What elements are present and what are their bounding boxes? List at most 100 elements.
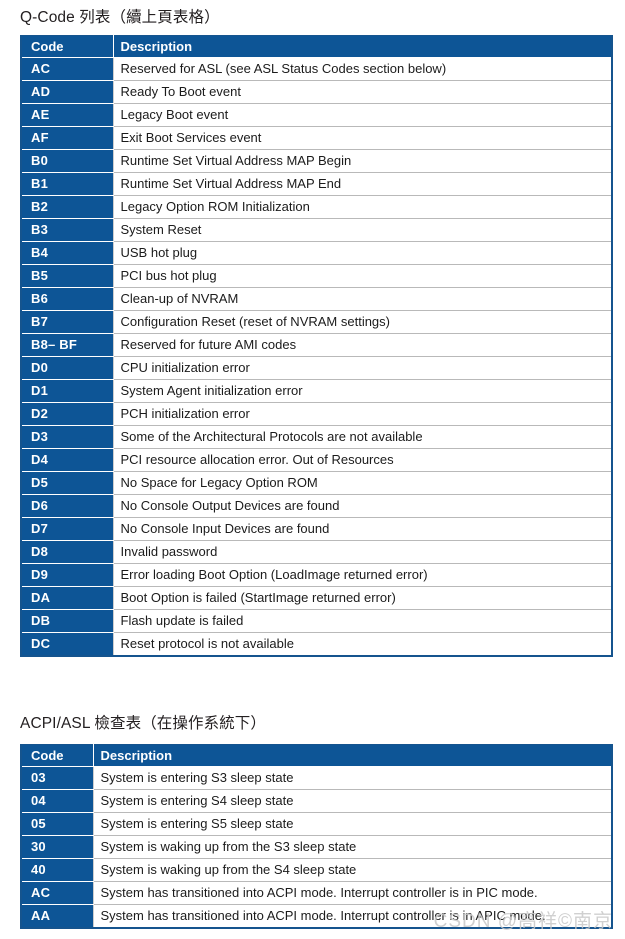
cell-description: System is waking up from the S4 sleep st…: [92, 858, 612, 882]
cell-code: AD: [21, 80, 113, 104]
table-row: D3 Some of the Architectural Protocols ar…: [21, 425, 612, 449]
table-row: AE Legacy Boot event: [21, 103, 612, 127]
cell-code: D6: [21, 494, 113, 518]
table-row: D1 System Agent initialization error: [21, 379, 612, 403]
table-row: 04 System is entering S4 sleep state: [21, 789, 612, 813]
cell-description: Ready To Boot event: [112, 80, 612, 104]
table-row: D0 CPU initialization error: [21, 356, 612, 380]
acpi-section-title: ACPI/ASL 檢查表（在操作系統下）: [20, 715, 267, 732]
table-header-row: Code Description: [21, 744, 612, 767]
cell-code: D8: [21, 540, 113, 564]
acpi-table-header: Code Description: [21, 744, 612, 767]
cell-code: 03: [21, 766, 93, 790]
table-row: B0 Runtime Set Virtual Address MAP Begin: [21, 149, 612, 173]
cell-description: System is waking up from the S3 sleep st…: [92, 835, 612, 859]
cell-code: AA: [21, 904, 93, 928]
cell-code: 40: [21, 858, 93, 882]
cell-description: No Console Output Devices are found: [112, 494, 612, 518]
qcode-table-body: AC Reserved for ASL (see ASL Status Codes…: [21, 57, 612, 656]
table-row: B1 Runtime Set Virtual Address MAP End: [21, 172, 612, 196]
table-row: DB Flash update is failed: [21, 609, 612, 633]
table-row: DA Boot Option is failed (StartImage retu…: [21, 586, 612, 610]
column-header-description: Description: [112, 35, 612, 58]
cell-code: AE: [21, 103, 113, 127]
table-row: DC Reset protocol is not available: [21, 632, 612, 656]
cell-code: D4: [21, 448, 113, 472]
cell-code: AF: [21, 126, 113, 150]
cell-code: AC: [21, 881, 93, 905]
cell-code: DC: [21, 632, 113, 656]
table-row: B8– BF Reserved for future AMI codes: [21, 333, 612, 357]
table-row: AC System has transitioned into ACPI mode…: [21, 881, 612, 905]
table-row: AC Reserved for ASL (see ASL Status Codes…: [21, 57, 612, 81]
cell-code: AC: [21, 57, 113, 81]
cell-description: Clean-up of NVRAM: [112, 287, 612, 311]
cell-code: D2: [21, 402, 113, 426]
cell-description: System Reset: [112, 218, 612, 242]
cell-description: Some of the Architectural Protocols are …: [112, 425, 612, 449]
table-row: D4 PCI resource allocation error. Out of …: [21, 448, 612, 472]
cell-code: 05: [21, 812, 93, 836]
cell-code: D0: [21, 356, 113, 380]
cell-code: DA: [21, 586, 113, 610]
table-row: B6 Clean-up of NVRAM: [21, 287, 612, 311]
acpi-table: Code Description 03 System is entering S3…: [20, 744, 613, 929]
cell-description: Legacy Option ROM Initialization: [112, 195, 612, 219]
cell-code: 04: [21, 789, 93, 813]
table-row: B3 System Reset: [21, 218, 612, 242]
table-row: D5 No Space for Legacy Option ROM: [21, 471, 612, 495]
cell-description: Boot Option is failed (StartImage return…: [112, 586, 612, 610]
cell-description: Reserved for future AMI codes: [112, 333, 612, 357]
cell-code: B2: [21, 195, 113, 219]
cell-code: D5: [21, 471, 113, 495]
cell-description: System has transitioned into ACPI mode. …: [92, 881, 612, 905]
cell-description: System is entering S3 sleep state: [92, 766, 612, 790]
cell-description: System is entering S5 sleep state: [92, 812, 612, 836]
cell-description: Flash update is failed: [112, 609, 612, 633]
cell-code: B8– BF: [21, 333, 113, 357]
cell-description: System has transitioned into ACPI mode. …: [92, 904, 612, 928]
cell-code: 30: [21, 835, 93, 859]
cell-description: Runtime Set Virtual Address MAP End: [112, 172, 612, 196]
cell-description: Configuration Reset (reset of NVRAM sett…: [112, 310, 612, 334]
cell-description: PCH initialization error: [112, 402, 612, 426]
table-row: B4 USB hot plug: [21, 241, 612, 265]
cell-description: System is entering S4 sleep state: [92, 789, 612, 813]
cell-description: Reset protocol is not available: [112, 632, 612, 656]
table-row: 03 System is entering S3 sleep state: [21, 766, 612, 790]
column-header-code: Code: [21, 35, 113, 58]
table-row: B5 PCI bus hot plug: [21, 264, 612, 288]
document-page: Q-Code 列表（續上頁表格） Code Description AC Rese…: [0, 0, 625, 939]
cell-description: Error loading Boot Option (LoadImage ret…: [112, 563, 612, 587]
table-row: B7 Configuration Reset (reset of NVRAM se…: [21, 310, 612, 334]
cell-description: No Space for Legacy Option ROM: [112, 471, 612, 495]
cell-code: DB: [21, 609, 113, 633]
cell-description: System Agent initialization error: [112, 379, 612, 403]
table-row: D8 Invalid password: [21, 540, 612, 564]
cell-description: Legacy Boot event: [112, 103, 612, 127]
acpi-table-body: 03 System is entering S3 sleep state 04 Sys…: [21, 766, 612, 928]
cell-description: CPU initialization error: [112, 356, 612, 380]
table-header-row: Code Description: [21, 35, 612, 58]
cell-code: D7: [21, 517, 113, 541]
cell-description: Reserved for ASL (see ASL Status Codes s…: [112, 57, 612, 81]
cell-description: Invalid password: [112, 540, 612, 564]
table-row: D9 Error loading Boot Option (LoadImage r…: [21, 563, 612, 587]
column-header-code: Code: [21, 744, 93, 767]
column-header-description: Description: [92, 744, 612, 767]
cell-code: B4: [21, 241, 113, 265]
table-row: B2 Legacy Option ROM Initialization: [21, 195, 612, 219]
cell-code: D9: [21, 563, 113, 587]
table-row: D7 No Console Input Devices are found: [21, 517, 612, 541]
table-row: D2 PCH initialization error: [21, 402, 612, 426]
cell-code: B5: [21, 264, 113, 288]
cell-code: D1: [21, 379, 113, 403]
cell-description: Exit Boot Services event: [112, 126, 612, 150]
table-row: 40 System is waking up from the S4 sleep …: [21, 858, 612, 882]
cell-description: PCI bus hot plug: [112, 264, 612, 288]
table-row: AA System has transitioned into ACPI mode…: [21, 904, 612, 928]
qcode-table: Code Description AC Reserved for ASL (see…: [20, 35, 613, 657]
cell-description: No Console Input Devices are found: [112, 517, 612, 541]
cell-code: B3: [21, 218, 113, 242]
qcode-section-title: Q-Code 列表（續上頁表格）: [20, 9, 220, 26]
